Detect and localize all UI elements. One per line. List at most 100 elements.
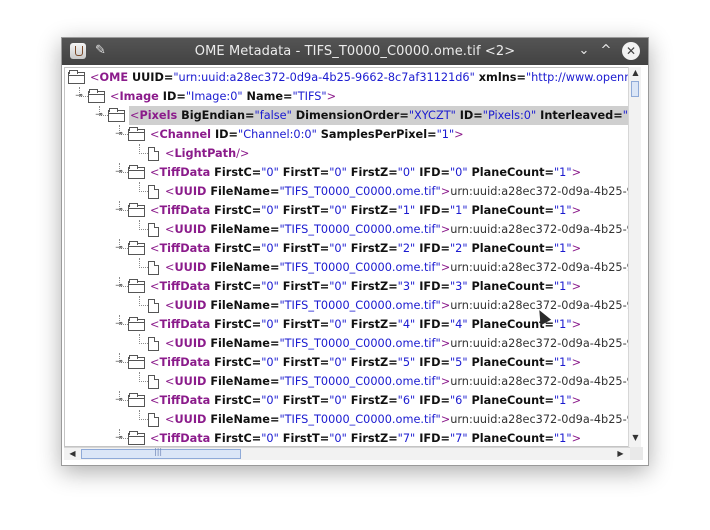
xml-token: IFD= xyxy=(415,280,450,293)
vertical-scroll-thumb[interactable] xyxy=(631,81,639,97)
expand-toggle-icon[interactable]: ⊸ xyxy=(114,395,124,405)
xml-token: "0" xyxy=(329,356,347,369)
xml-token: UUID= xyxy=(128,71,174,84)
tree-node-label[interactable]: <UUID FileName="TIFS_T0000_C0000.ome.tif… xyxy=(164,182,629,201)
xml-token: OME xyxy=(99,71,129,84)
tree-node-label[interactable]: <TiffData FirstC="0" FirstT="0" FirstZ="… xyxy=(149,201,581,220)
tree-node-row[interactable]: ⊸ <TiffData FirstC="0" FirstT="0" FirstZ=… xyxy=(65,163,629,182)
scroll-up-arrow-icon[interactable]: ▲ xyxy=(629,68,642,77)
tree-node-row[interactable]: ⊸ <TiffData FirstC="0" FirstT="0" FirstZ=… xyxy=(65,353,629,372)
horizontal-scrollbar[interactable]: ◀ ||| ▶ xyxy=(64,447,630,460)
tree-node-row[interactable]: ⊸ <Image ID="Image:0" Name="TIFS"> xyxy=(65,87,629,106)
tree-node-label[interactable]: <UUID FileName="TIFS_T0000_C0000.ome.tif… xyxy=(164,410,629,429)
expand-toggle-icon[interactable]: ⊸ xyxy=(114,205,124,215)
tree-node-label[interactable]: <TiffData FirstC="0" FirstT="0" FirstZ="… xyxy=(149,391,581,410)
tree-node-row[interactable]: ⊸ <Channel ID="Channel:0:0" SamplesPerPix… xyxy=(65,125,629,144)
tree-node-row[interactable]: ⊸ <Pixels BigEndian="false" DimensionOrde… xyxy=(65,106,629,125)
tree-node-row[interactable]: ⊸ <TiffData FirstC="0" FirstT="0" FirstZ=… xyxy=(65,429,629,446)
xml-token: FirstC= xyxy=(210,356,262,369)
tree-node-label[interactable]: <UUID FileName="TIFS_T0000_C0000.ome.tif… xyxy=(164,334,629,353)
tree-node-row[interactable]: ⊸ <TiffData FirstC="0" FirstT="0" FirstZ=… xyxy=(65,239,629,258)
tree-node-row[interactable]: <OME UUID="urn:uuid:a28ec372-0d9a-4b25-9… xyxy=(65,68,629,87)
tree-connector-line xyxy=(139,296,140,306)
tree-node-row[interactable]: <UUID FileName="TIFS_T0000_C0000.ome.tif… xyxy=(65,334,629,353)
tree-node-row[interactable]: <UUID FileName="TIFS_T0000_C0000.ome.tif… xyxy=(65,220,629,239)
horizontal-scroll-thumb[interactable]: ||| xyxy=(81,447,241,459)
tree-node-label[interactable]: <TiffData FirstC="0" FirstT="0" FirstZ="… xyxy=(149,315,581,334)
xml-token: IFD= xyxy=(415,394,450,407)
tree-node-row[interactable]: <UUID FileName="TIFS_T0000_C0000.ome.tif… xyxy=(65,372,629,391)
xml-token: ID= xyxy=(455,109,483,122)
tree-node-row[interactable]: ⊸ <TiffData FirstC="0" FirstT="0" FirstZ=… xyxy=(65,391,629,410)
tree-node-row[interactable]: <LightPath/> xyxy=(65,144,629,163)
xml-token: FirstC= xyxy=(210,394,262,407)
expand-toggle-icon[interactable]: ⊸ xyxy=(114,433,124,443)
folder-node-icon xyxy=(68,70,85,84)
xml-token: FirstZ= xyxy=(346,242,398,255)
xml-token: urn:uuid:a28ec372-0d9a-4b25-9662-8c7af31… xyxy=(450,413,629,426)
xml-token: urn:uuid:a28ec372-0d9a-4b25-9662-8c7af31… xyxy=(450,185,629,198)
tree-node-row[interactable]: <UUID FileName="TIFS_T0000_C0000.ome.tif… xyxy=(65,258,629,277)
xml-token: UUID xyxy=(174,223,207,236)
tree-node-label[interactable]: <TiffData FirstC="0" FirstT="0" FirstZ="… xyxy=(149,239,581,258)
scroll-right-arrow-icon[interactable]: ▶ xyxy=(614,449,627,459)
xml-token: FirstZ= xyxy=(346,204,398,217)
tree-node-label[interactable]: <UUID FileName="TIFS_T0000_C0000.ome.tif… xyxy=(164,296,629,315)
scroll-left-arrow-icon[interactable]: ◀ xyxy=(66,449,79,459)
xml-token: ID= xyxy=(158,90,186,103)
tree-node-label[interactable]: <UUID FileName="TIFS_T0000_C0000.ome.tif… xyxy=(164,258,629,277)
xml-token: PlaneCount= xyxy=(467,394,554,407)
xml-token: "2" xyxy=(397,242,416,255)
expand-toggle-icon[interactable]: ⊸ xyxy=(114,281,124,291)
maximize-button[interactable]: ^ xyxy=(597,42,615,60)
window-title: OME Metadata - TIFS_T0000_C0000.ome.tif … xyxy=(194,44,516,59)
expand-toggle-icon[interactable]: ⊸ xyxy=(114,357,124,367)
tree-connector-line xyxy=(139,305,148,306)
expand-toggle-icon[interactable]: ⊸ xyxy=(114,243,124,253)
tree-node-row[interactable]: ⊸ <TiffData FirstC="0" FirstT="0" FirstZ=… xyxy=(65,201,629,220)
tree-node-row[interactable]: <UUID FileName="TIFS_T0000_C0000.ome.tif… xyxy=(65,410,629,429)
tree-node-label[interactable]: <OME UUID="urn:uuid:a28ec372-0d9a-4b25-9… xyxy=(89,68,629,87)
xml-token: FileName= xyxy=(206,223,280,236)
xml-token: "false" xyxy=(254,109,292,122)
tree-node-label[interactable]: <Channel ID="Channel:0:0" SamplesPerPixe… xyxy=(149,125,464,144)
tree-node-label[interactable]: <Pixels BigEndian="false" DimensionOrder… xyxy=(129,106,629,125)
xml-token: "1" xyxy=(553,242,572,255)
tree-node-label[interactable]: <TiffData FirstC="0" FirstT="0" FirstZ="… xyxy=(149,353,581,372)
xml-token: "0" xyxy=(261,280,279,293)
tree-node-label[interactable]: <Image ID="Image:0" Name="TIFS"> xyxy=(109,87,336,106)
tree-node-label[interactable]: <UUID FileName="TIFS_T0000_C0000.ome.tif… xyxy=(164,220,629,239)
title-bar[interactable]: ✎ OME Metadata - TIFS_T0000_C0000.ome.ti… xyxy=(62,38,648,65)
xml-tree[interactable]: <OME UUID="urn:uuid:a28ec372-0d9a-4b25-9… xyxy=(65,68,629,446)
xml-token: FirstZ= xyxy=(346,394,398,407)
tree-node-label[interactable]: <UUID FileName="TIFS_T0000_C0000.ome.tif… xyxy=(164,372,629,391)
expand-toggle-icon[interactable]: ⊸ xyxy=(94,110,104,120)
tree-node-row[interactable]: ⊸ <TiffData FirstC="0" FirstT="0" FirstZ=… xyxy=(65,277,629,296)
xml-token: Channel xyxy=(159,128,212,141)
scroll-down-arrow-icon[interactable]: ▼ xyxy=(629,433,642,442)
tree-connector-line xyxy=(139,267,148,268)
expand-toggle-icon[interactable]: ⊸ xyxy=(114,319,124,329)
xml-token: "0" xyxy=(329,166,347,179)
minimize-button[interactable]: ⌄ xyxy=(575,42,593,60)
expand-toggle-icon[interactable]: ⊸ xyxy=(114,129,124,139)
xml-token: IFD= xyxy=(415,432,450,445)
xml-token: "XYCZT" xyxy=(408,109,456,122)
metadata-tree-view[interactable]: <OME UUID="urn:uuid:a28ec372-0d9a-4b25-9… xyxy=(64,67,630,447)
xml-token: UUID xyxy=(174,375,207,388)
tree-node-label[interactable]: <TiffData FirstC="0" FirstT="0" FirstZ="… xyxy=(149,277,581,296)
tree-node-label[interactable]: <LightPath/> xyxy=(164,144,249,163)
tree-node-label[interactable]: <TiffData FirstC="0" FirstT="0" FirstZ="… xyxy=(149,163,581,182)
expand-toggle-icon[interactable]: ⊸ xyxy=(74,91,84,101)
xml-token: "Channel:0:0" xyxy=(238,128,317,141)
expand-toggle-icon[interactable]: ⊸ xyxy=(114,167,124,177)
xml-token: "1" xyxy=(553,356,572,369)
tree-node-label[interactable]: <TiffData FirstC="0" FirstT="0" FirstZ="… xyxy=(149,429,581,446)
leaf-node-icon xyxy=(148,337,159,351)
xml-token: FileName= xyxy=(206,375,280,388)
vertical-scrollbar[interactable]: ▲ ▼ xyxy=(628,67,641,447)
close-button[interactable]: ✕ xyxy=(622,42,640,60)
xml-token: Pixels xyxy=(139,109,178,122)
folder-node-icon xyxy=(108,108,125,122)
tree-node-row[interactable]: <UUID FileName="TIFS_T0000_C0000.ome.tif… xyxy=(65,182,629,201)
